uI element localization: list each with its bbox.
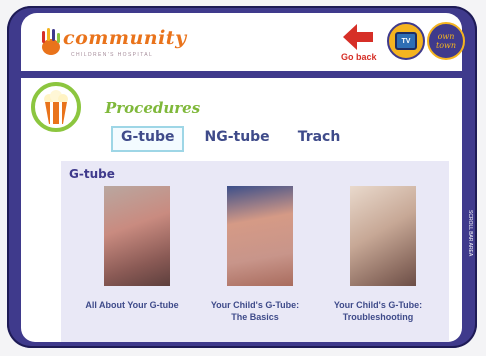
video-thumbnail[interactable] bbox=[227, 186, 293, 286]
tab-trach[interactable]: Trach bbox=[290, 126, 349, 148]
scroll-bar-area[interactable]: SCROLL BAR AREA bbox=[462, 100, 475, 300]
tv-icon: TV bbox=[395, 32, 417, 50]
video-card-basics[interactable]: Your Child's G-Tube: The Basics bbox=[200, 186, 310, 336]
popcorn-icon bbox=[31, 82, 81, 132]
own-town-line2: town bbox=[435, 41, 457, 50]
procedures-title: Procedures bbox=[105, 99, 201, 117]
tv-button[interactable]: TV bbox=[387, 22, 425, 60]
go-back-label: Go back bbox=[341, 52, 377, 62]
video-card-all-about[interactable]: All About Your G-tube bbox=[77, 186, 187, 336]
hand-logo-icon bbox=[42, 28, 60, 55]
go-back-button[interactable]: Go back bbox=[339, 22, 379, 66]
video-caption[interactable]: Your Child's G-Tube: Troubleshooting bbox=[323, 299, 433, 323]
video-caption[interactable]: All About Your G-tube bbox=[77, 299, 187, 311]
panel-title: G-tube bbox=[69, 167, 115, 181]
video-thumbnail[interactable] bbox=[350, 186, 416, 286]
logo-subtitle: CHILDREN'S HOSPITAL bbox=[71, 52, 154, 58]
back-arrow-icon bbox=[343, 24, 373, 50]
video-card-troubleshooting[interactable]: Your Child's G-Tube: Troubleshooting bbox=[323, 186, 433, 336]
own-town-button[interactable]: own town bbox=[427, 22, 465, 60]
scroll-bar-label: SCROLL BAR AREA bbox=[467, 210, 473, 257]
section-header: Procedures G-tube NG-tube Trach bbox=[21, 78, 462, 164]
g-tube-panel: G-tube All About Your G-tube Your Child'… bbox=[61, 161, 449, 342]
header-bar: community CHILDREN'S HOSPITAL Go back TV… bbox=[21, 13, 465, 71]
main-content: Procedures G-tube NG-tube Trach G-tube A… bbox=[21, 78, 462, 342]
tab-ng-tube[interactable]: NG-tube bbox=[196, 126, 277, 148]
own-town-line1: own bbox=[437, 32, 455, 41]
tab-g-tube[interactable]: G-tube bbox=[111, 126, 185, 152]
logo-wordmark: community bbox=[63, 27, 187, 49]
video-thumbnail[interactable] bbox=[104, 186, 170, 286]
video-caption[interactable]: Your Child's G-Tube: The Basics bbox=[200, 299, 310, 323]
community-logo[interactable]: community CHILDREN'S HOSPITAL bbox=[39, 25, 189, 65]
procedure-tabs: G-tube NG-tube Trach bbox=[111, 126, 348, 152]
